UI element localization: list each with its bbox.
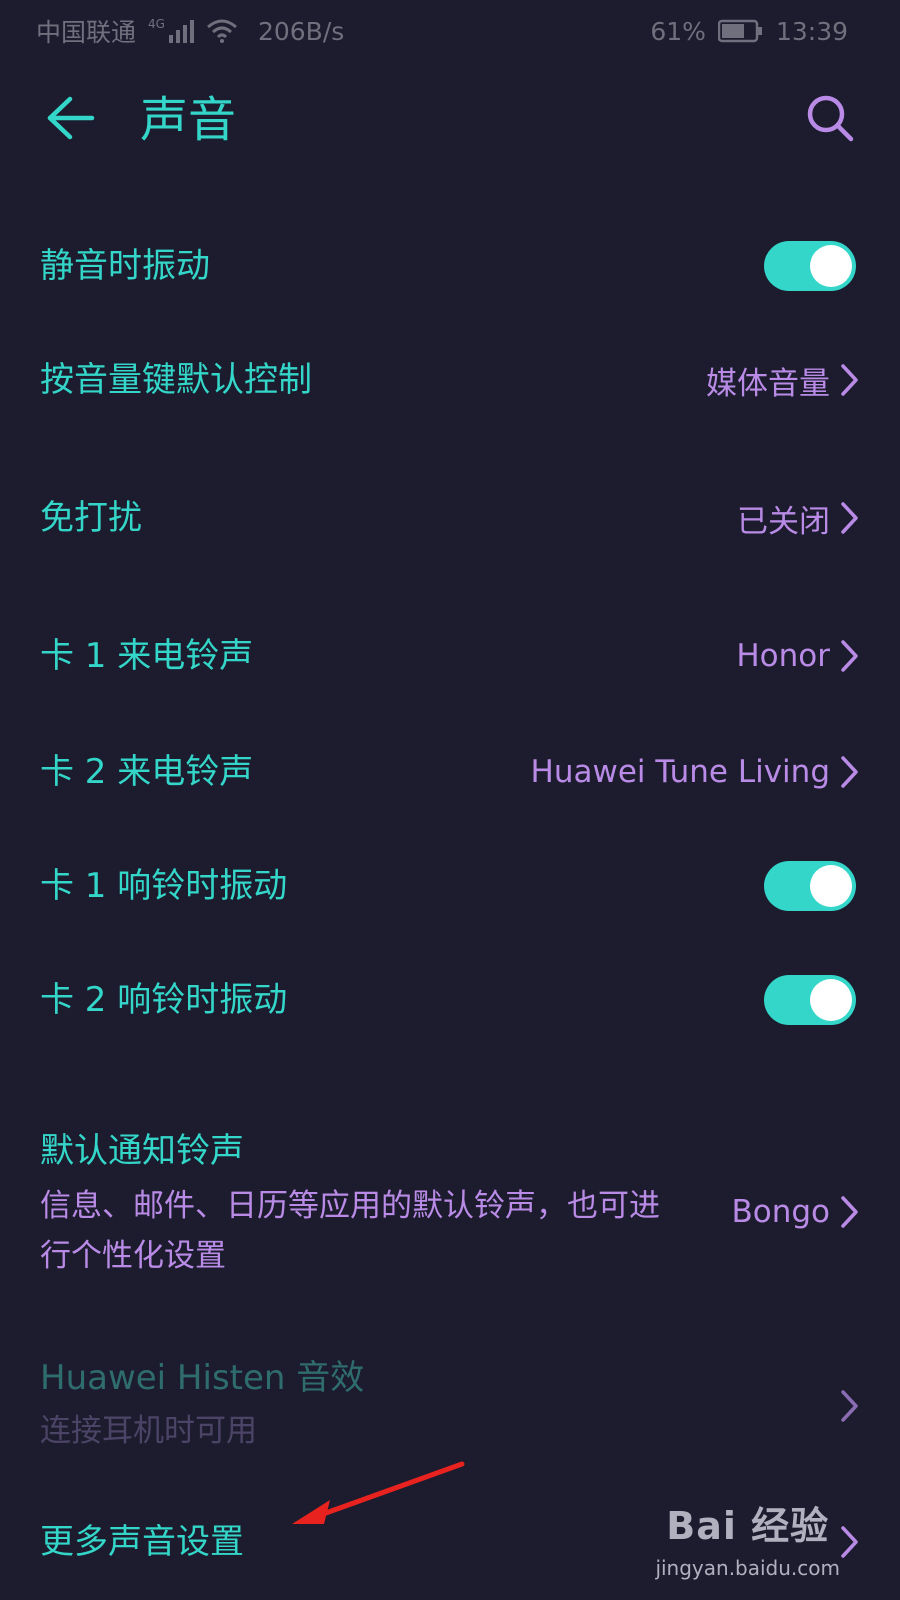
row-sim2-vibrate[interactable]: 卡 2 响铃时振动 — [0, 972, 900, 1028]
watermark-url: jingyan.baidu.com — [655, 1556, 840, 1580]
vibrate-silent-label: 静音时振动 — [40, 246, 210, 286]
vibrate-silent-toggle[interactable] — [764, 241, 856, 291]
carrier-name: 中国联通 — [36, 18, 137, 47]
chevron-right-icon — [840, 639, 860, 673]
notification-ringtone-subtitle: 信息、邮件、日历等应用的默认铃声，也可进行个性化设置 — [40, 1188, 660, 1274]
sim2-vibrate-toggle[interactable] — [764, 975, 856, 1025]
network-type: 4G — [148, 17, 165, 31]
page-title: 声音 — [140, 92, 237, 148]
chevron-right-icon — [840, 755, 860, 789]
sim2-vibrate-label: 卡 2 响铃时振动 — [40, 980, 288, 1020]
row-volume-key[interactable]: 按音量键默认控制 媒体音量 — [0, 352, 900, 408]
back-arrow-icon — [44, 95, 96, 145]
row-sim1-vibrate[interactable]: 卡 1 响铃时振动 — [0, 858, 900, 914]
sim1-ringtone-label: 卡 1 来电铃声 — [40, 636, 254, 676]
toggle-knob — [810, 245, 852, 287]
chevron-right-icon — [840, 1389, 860, 1423]
more-sound-label: 更多声音设置 — [40, 1522, 244, 1562]
clock: 13:39 — [775, 16, 848, 46]
row-vibrate-silent[interactable]: 静音时振动 — [0, 238, 900, 294]
histen-label: Huawei Histen 音效 — [40, 1358, 365, 1398]
status-right: 61% 13:39 — [650, 17, 848, 46]
row-dnd[interactable]: 免打扰 已关闭 — [0, 490, 900, 546]
notification-ringtone-text: 默认通知铃声 信息、邮件、日历等应用的默认铃声，也可进行个性化设置 — [40, 1129, 660, 1281]
back-button[interactable] — [40, 90, 100, 150]
histen-subtitle: 连接耳机时可用 — [40, 1413, 257, 1449]
sim1-vibrate-label: 卡 1 响铃时振动 — [40, 866, 288, 906]
row-sim1-ringtone[interactable]: 卡 1 来电铃声 Honor — [0, 628, 900, 684]
search-button[interactable] — [800, 90, 860, 150]
sim1-ringtone-value: Honor — [736, 638, 830, 674]
app-bar: 声音 — [0, 80, 900, 160]
toggle-knob — [810, 979, 852, 1021]
annotation-arrow — [280, 1452, 480, 1536]
toggle-knob — [810, 865, 852, 907]
dnd-value: 已关闭 — [737, 503, 830, 540]
chevron-right-icon — [840, 363, 860, 397]
signal-icon — [168, 19, 194, 43]
volume-key-label: 按音量键默认控制 — [40, 360, 312, 400]
chevron-right-icon — [840, 1525, 860, 1559]
sim2-ringtone-label: 卡 2 来电铃声 — [40, 752, 254, 792]
dnd-value-group: 已关闭 — [737, 496, 860, 541]
dnd-label: 免打扰 — [40, 498, 142, 538]
sim1-ringtone-value-group: Honor — [736, 638, 860, 674]
wifi-icon — [206, 19, 238, 43]
watermark-logo: Bai 经验 — [666, 1504, 830, 1548]
baidu-watermark: Bai 经验 jingyan.baidu.com — [655, 1495, 840, 1580]
histen-text: Huawei Histen 音效 连接耳机时可用 — [40, 1356, 364, 1456]
status-left: 中国联通 4G 206B/s — [36, 13, 344, 49]
status-bar: 中国联通 4G 206B/s 61% 13:39 — [0, 0, 900, 62]
sim2-ringtone-value: Huawei Tune Living — [530, 754, 830, 790]
chevron-right-icon — [840, 501, 860, 535]
notification-ringtone-value: Bongo — [731, 1194, 830, 1230]
row-histen: Huawei Histen 音效 连接耳机时可用 — [0, 1352, 900, 1460]
battery-percent: 61% — [650, 16, 706, 46]
volume-key-value-group: 媒体音量 — [706, 358, 860, 403]
notification-ringtone-label: 默认通知铃声 — [40, 1131, 244, 1171]
net-speed: 206B/s — [257, 16, 345, 46]
sim1-vibrate-toggle[interactable] — [764, 861, 856, 911]
row-sim2-ringtone[interactable]: 卡 2 来电铃声 Huawei Tune Living — [0, 744, 900, 800]
row-notification-ringtone[interactable]: 默认通知铃声 信息、邮件、日历等应用的默认铃声，也可进行个性化设置 Bongo — [0, 1120, 900, 1290]
sound-settings-screen: 中国联通 4G 206B/s 61% 13:39 声音 静音时振动 按音量键默认… — [0, 0, 900, 1600]
volume-key-value: 媒体音量 — [706, 365, 830, 402]
search-icon — [805, 93, 855, 147]
sim2-ringtone-value-group: Huawei Tune Living — [531, 754, 860, 790]
battery-icon — [717, 19, 764, 43]
chevron-right-icon — [840, 1195, 860, 1229]
notification-ringtone-value-group: Bongo — [731, 1194, 860, 1230]
